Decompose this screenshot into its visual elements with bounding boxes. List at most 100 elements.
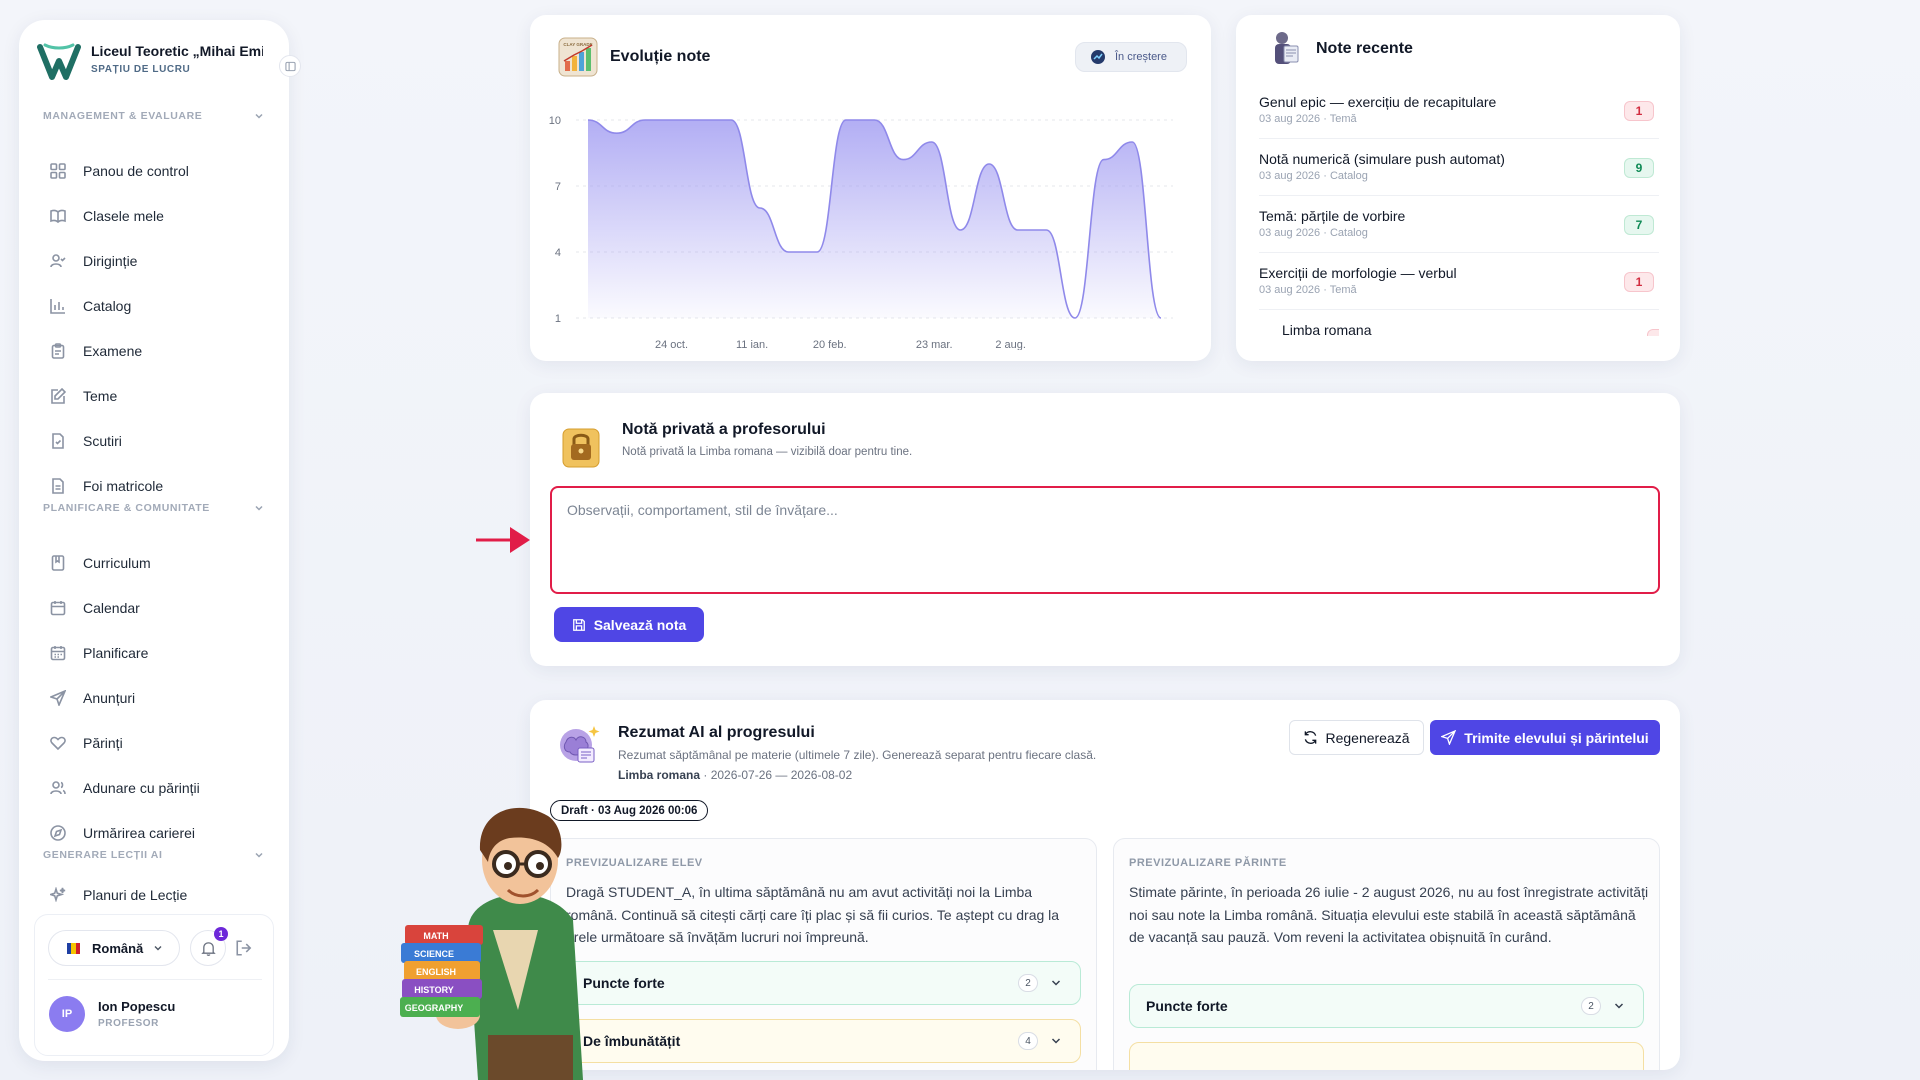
- trend-badge[interactable]: În creștere: [1075, 42, 1187, 72]
- chevron-down-icon: [1051, 1038, 1061, 1044]
- language-select[interactable]: Română: [48, 930, 180, 966]
- sidebar-item-lesson-plans[interactable]: Planuri de Lecție: [43, 880, 265, 902]
- book-icon: [49, 207, 67, 225]
- book-label: MATH: [423, 931, 448, 941]
- grade-badge: [1647, 329, 1659, 336]
- sidebar-item-parents[interactable]: Părinți: [43, 726, 265, 760]
- send-to-student-parent-button[interactable]: Trimite elevului și părintelui: [1430, 720, 1660, 755]
- ai-summary-card: Rezumat AI al progresului Rezumat săptăm…: [530, 700, 1680, 1070]
- list-item[interactable]: Notă numerică (simulare push automat) 03…: [1259, 139, 1659, 196]
- annotation-arrow-icon: [476, 527, 530, 553]
- logout-icon[interactable]: [235, 939, 253, 957]
- accordion-label: Puncte forte: [1146, 998, 1228, 1014]
- file-check-icon: [49, 432, 67, 450]
- grade-meta: 03 aug 2026 · Catalog: [1259, 170, 1368, 182]
- x-tick-label: 23 mar.: [916, 339, 953, 350]
- avatar[interactable]: IP: [49, 996, 85, 1032]
- sidebar-item-label: Calendar: [83, 600, 140, 616]
- collapse-sidebar-button[interactable]: [279, 55, 301, 77]
- sidebar-item-records[interactable]: Foi matricole: [43, 469, 265, 503]
- sidebar-item-label: Curriculum: [83, 555, 151, 571]
- ai-brain-icon: [560, 726, 600, 763]
- chevron-down-icon: [154, 946, 162, 951]
- strengths-accordion[interactable]: Puncte forte 2: [566, 961, 1081, 1005]
- sidebar-item-label: Adunare cu părinții: [83, 780, 200, 796]
- sidebar-item-label: Teme: [83, 388, 118, 404]
- sidebar-item-homeroom[interactable]: Diriginție: [43, 244, 265, 278]
- sidebar-item-curriculum[interactable]: Curriculum: [43, 546, 265, 580]
- sidebar-item-homework[interactable]: Teme: [43, 379, 265, 413]
- lock-icon: [562, 428, 600, 468]
- strengths-accordion[interactable]: Puncte forte 2: [1129, 984, 1644, 1028]
- section-planning[interactable]: PLANIFICARE & COMUNITATE: [43, 502, 265, 514]
- user-check-icon: [49, 252, 67, 270]
- notifications-button[interactable]: 1: [190, 927, 228, 966]
- section-ai-lessons[interactable]: GENERARE LECȚII AI: [43, 849, 265, 861]
- sidebar-item-catalog[interactable]: Catalog: [43, 289, 265, 323]
- sidebar-item-exemptions[interactable]: Scutiri: [43, 424, 265, 458]
- improvements-accordion[interactable]: [1129, 1042, 1644, 1070]
- chart-area: [588, 120, 1161, 318]
- sidebar-item-career[interactable]: Urmărirea carierei: [43, 816, 265, 850]
- ai-summary-title: Rezumat AI al progresului: [618, 724, 815, 741]
- refresh-icon: [1305, 731, 1317, 744]
- sidebar-item-label: Urmărirea carierei: [83, 825, 196, 841]
- recent-grades-title: Note recente: [1316, 40, 1413, 57]
- file-text-icon: [49, 477, 67, 495]
- chart-title: Evoluție note: [610, 48, 711, 65]
- sidebar-item-dashboard[interactable]: Panou de control: [43, 154, 265, 188]
- book-label: ENGLISH: [416, 967, 456, 977]
- save-note-button[interactable]: Salvează nota: [554, 607, 704, 642]
- grade-chart-icon: CLAY GRADE: [558, 37, 598, 77]
- chevron-down-icon: [1614, 1003, 1624, 1009]
- section-label: PLANIFICARE & COMUNITATE: [43, 502, 210, 514]
- student-preview-text: Dragă STUDENT_A, în ultima săptămână nu …: [566, 884, 1060, 945]
- private-note-textarea[interactable]: [550, 486, 1660, 594]
- sidebar-toggle-icon: [284, 61, 296, 71]
- student-reading-icon: [1275, 32, 1299, 64]
- parent-preview-text: Stimate părinte, în perioada 26 iulie - …: [1129, 884, 1649, 945]
- grade-badge: 7: [1624, 215, 1654, 235]
- list-item[interactable]: Limba romana: [1282, 310, 1659, 336]
- chevron-down-icon: [255, 505, 263, 511]
- list-item[interactable]: Genul epic — exercițiu de recapitulare 0…: [1259, 82, 1659, 139]
- sidebar-item-label: Catalog: [83, 298, 132, 314]
- sidebar-item-label: Clasele mele: [83, 208, 164, 224]
- private-note-subtitle: Notă privată la Limba romana — vizibilă …: [622, 446, 913, 458]
- sidebar-item-exams[interactable]: Examene: [43, 334, 265, 368]
- list-item[interactable]: Exerciții de morfologie — verbul 03 aug …: [1259, 253, 1659, 310]
- sidebar-item-label: Planificare: [83, 645, 149, 661]
- improvements-accordion[interactable]: De îmbunătățit 4: [566, 1019, 1081, 1063]
- x-tick-label: 20 feb.: [813, 339, 847, 350]
- brand[interactable]: Liceul Teoretic „Mihai Emi... SPAȚIU DE …: [33, 36, 283, 96]
- sidebar-item-announcements[interactable]: Anunțuri: [43, 681, 265, 715]
- ai-summary-period: Limba romana · 2026-07-26 — 2026-08-02: [618, 768, 852, 782]
- teacher-mascot-illustration: MATH SCIENCE ENGLISH HISTORY GEOGRAPHY: [400, 807, 583, 1080]
- sidebar-item-label: Părinți: [83, 735, 123, 751]
- sidebar-item-label: Planuri de Lecție: [83, 887, 188, 902]
- sidebar-item-planning[interactable]: Planificare: [43, 636, 265, 670]
- clipboard-icon: [49, 342, 67, 360]
- sidebar-item-label: Anunțuri: [83, 690, 136, 706]
- users-icon: [49, 779, 67, 797]
- icon-caption: CLAY GRADE: [563, 42, 592, 47]
- section-management[interactable]: MANAGEMENT & EVALUARE: [43, 110, 265, 122]
- send-label: Trimite elevului și părintelui: [1464, 729, 1649, 746]
- heart-icon: [49, 734, 67, 752]
- regenerate-button[interactable]: Regenerează: [1289, 720, 1424, 755]
- y-tick-label: 4: [555, 247, 561, 259]
- sidebar-scroll-clip: Planuri de Lecție: [19, 880, 289, 902]
- sidebar-item-calendar[interactable]: Calendar: [43, 591, 265, 625]
- sidebar-item-classes[interactable]: Clasele mele: [43, 199, 265, 233]
- calendar-grid-icon: [49, 644, 67, 662]
- language-label: Română: [92, 940, 144, 956]
- regenerate-label: Regenerează: [1325, 729, 1410, 746]
- book-label: HISTORY: [414, 985, 454, 995]
- list-item[interactable]: Temă: părțile de vorbire 03 aug 2026 · C…: [1259, 196, 1659, 253]
- book-label: SCIENCE: [414, 949, 454, 959]
- y-tick-label: 1: [555, 313, 561, 325]
- grid-icon: [49, 162, 67, 180]
- accordion-count: 2: [1018, 974, 1038, 992]
- save-icon: [572, 618, 585, 631]
- sidebar-item-parent-meeting[interactable]: Adunare cu părinții: [43, 771, 265, 805]
